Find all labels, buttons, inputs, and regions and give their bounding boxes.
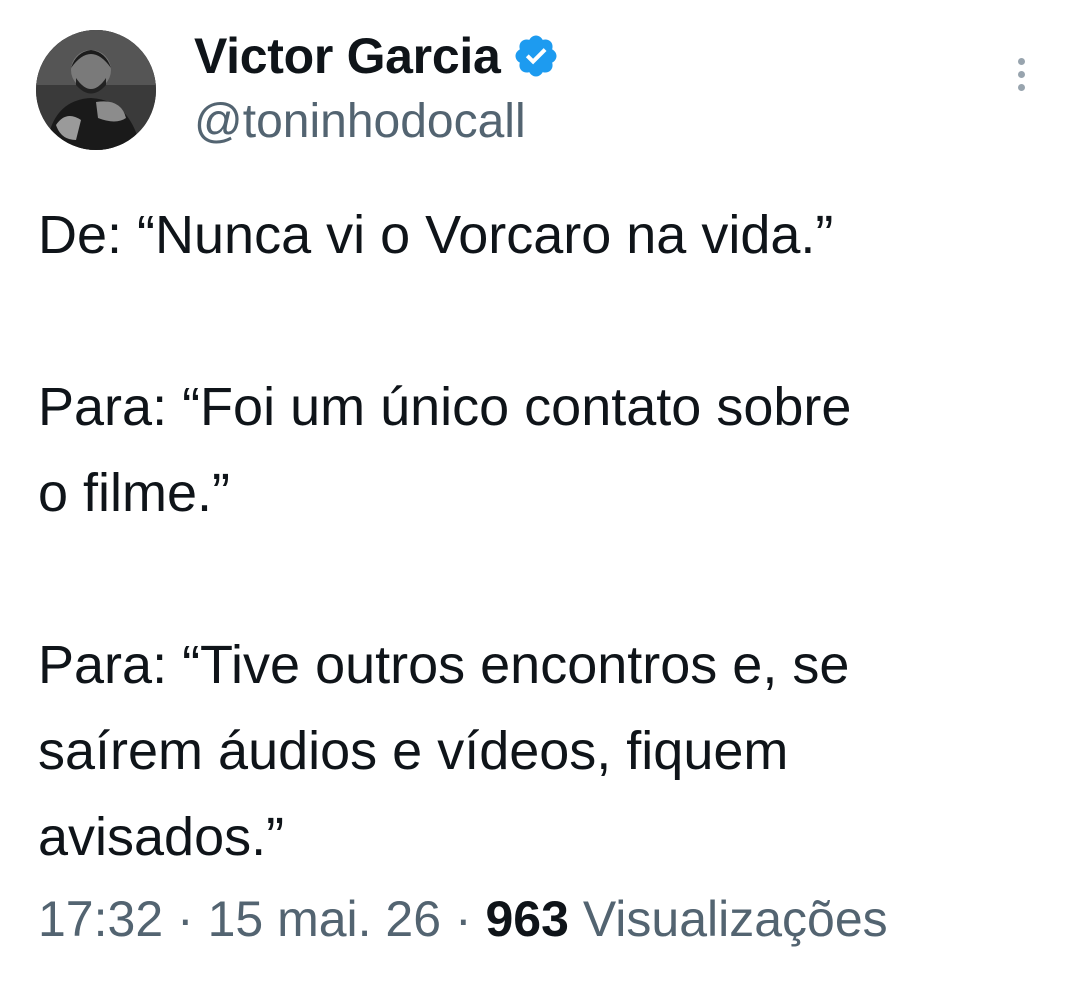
meta-separator: · [441, 891, 486, 947]
paragraph-2: Para: “Foi um único contato sobre o film… [38, 364, 1048, 536]
tweet-line: Para: “Tive outros encontros e, se [38, 635, 850, 695]
views-label[interactable]: Visualizações [583, 891, 888, 947]
tweet-line: avisados.” [38, 807, 285, 867]
avatar[interactable] [36, 30, 156, 150]
paragraph-1: De: “Nunca vi o Vorcaro na vida.” [38, 192, 1048, 278]
views-count[interactable]: 963 [485, 891, 568, 947]
tweet: Victor Garcia @toninhodocall De: “Nunca … [0, 0, 1080, 988]
display-name-row: Victor Garcia [194, 28, 560, 84]
author-names: Victor Garcia @toninhodocall [194, 28, 560, 149]
more-vertical-icon[interactable] [1014, 58, 1028, 98]
tweet-line: De: “Nunca vi o Vorcaro na vida.” [38, 205, 834, 265]
tweet-meta: 17:32 · 15 mai. 26 · 963 Visualizações [38, 890, 888, 948]
meta-separator: · [163, 891, 208, 947]
avatar-photo [36, 30, 156, 150]
tweet-line: saírem áudios e vídeos, fiquem [38, 721, 789, 781]
tweet-date[interactable]: 15 mai. 26 [208, 891, 441, 947]
tweet-line: o filme.” [38, 463, 231, 523]
tweet-line: Para: “Foi um único contato sobre [38, 377, 852, 437]
tweet-time[interactable]: 17:32 [38, 891, 163, 947]
display-name[interactable]: Victor Garcia [194, 27, 501, 85]
verified-badge-icon [512, 32, 560, 80]
paragraph-3: Para: “Tive outros encontros e, se saíre… [38, 622, 1048, 880]
tweet-header: Victor Garcia @toninhodocall [36, 28, 1046, 152]
author-handle[interactable]: @toninhodocall [194, 94, 560, 149]
tweet-text: De: “Nunca vi o Vorcaro na vida.” Para: … [38, 192, 1048, 880]
